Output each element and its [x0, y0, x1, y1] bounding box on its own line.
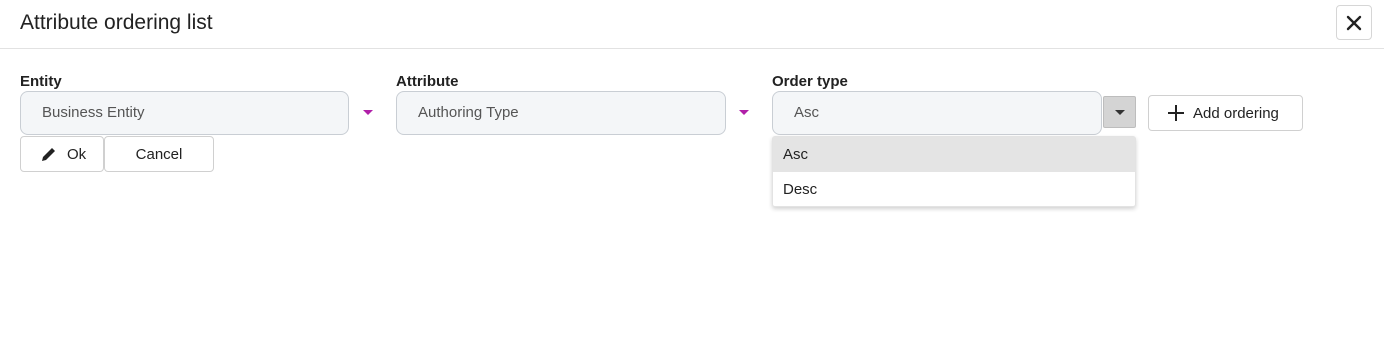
order-option-asc[interactable]: Asc [773, 137, 1135, 172]
attribute-dropdown-caret-icon[interactable] [739, 110, 749, 115]
entity-input[interactable]: Business Entity [20, 91, 349, 135]
cancel-button[interactable]: Cancel [104, 136, 214, 172]
entity-label: Entity [20, 73, 62, 90]
cancel-label: Cancel [135, 145, 183, 163]
dialog-header: Attribute ordering list [0, 0, 1384, 49]
close-button[interactable] [1336, 5, 1372, 40]
add-ordering-button[interactable]: Add ordering [1148, 95, 1303, 131]
entity-dropdown-caret-icon[interactable] [363, 110, 373, 115]
order-type-input[interactable]: Asc [772, 91, 1102, 135]
pencil-icon [42, 147, 55, 161]
attribute-input[interactable]: Authoring Type [396, 91, 726, 135]
close-icon [1346, 15, 1362, 30]
ok-button[interactable]: Ok [20, 136, 104, 172]
order-type-label: Order type [772, 73, 848, 90]
attribute-label: Attribute [396, 73, 459, 90]
ok-label: Ok [67, 145, 87, 163]
add-ordering-label: Add ordering [1193, 104, 1279, 122]
chevron-down-icon [1114, 109, 1125, 115]
plus-icon [1168, 105, 1184, 121]
order-type-dropdown-toggle[interactable] [1103, 96, 1136, 128]
order-type-menu: Asc Desc [772, 136, 1136, 207]
order-option-desc[interactable]: Desc [773, 172, 1135, 207]
dialog-title: Attribute ordering list [20, 11, 213, 34]
